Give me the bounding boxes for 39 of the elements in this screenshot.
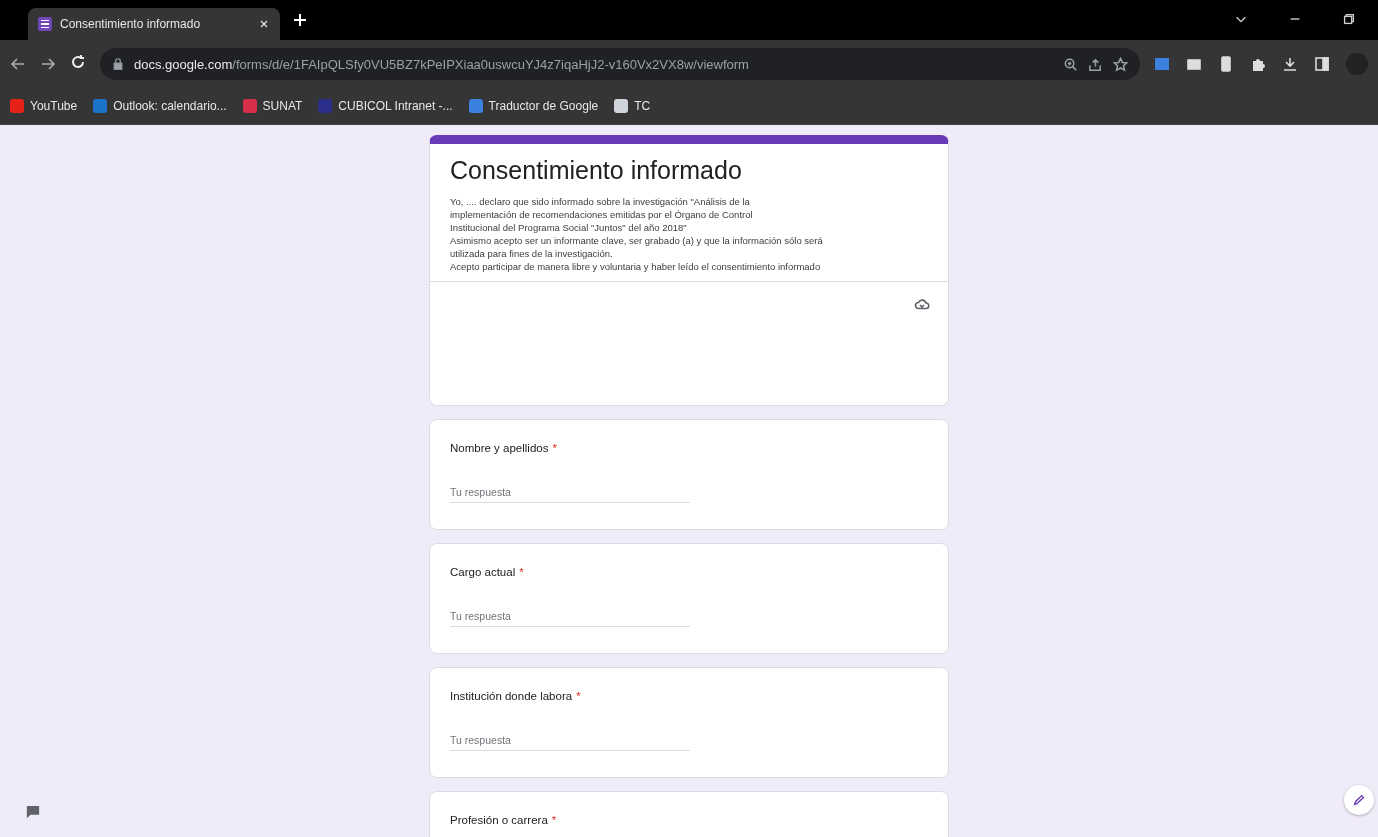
star-icon[interactable] <box>1113 56 1128 72</box>
puzzle-icon[interactable] <box>1250 56 1266 72</box>
close-icon[interactable] <box>258 18 270 30</box>
form-description: Yo, .... declaro que sido informado sobre la investigación "Análisis de la implementación de recomendaciones emitidas por el Órgano de Control Institucional del Programa Social "Juntos" del año 2018" Asimismo acepto ser un informante clave, ser grabado (a) y que la información sólo será utilizada para fines de la investigación. Acepto participar de manera libre y voluntaria y haber leído el consentimiento informado <box>450 195 824 273</box>
question-label: Cargo actual * <box>450 566 525 578</box>
required-mark: * <box>552 442 557 454</box>
bookmark[interactable]: Outlook: calendario... <box>93 99 227 113</box>
reload-icon[interactable] <box>70 54 86 70</box>
required-mark: * <box>551 814 557 826</box>
question-label: Institución donde labora * <box>450 690 582 702</box>
side-panel-icon[interactable] <box>1314 56 1330 72</box>
required-mark: * <box>519 566 524 578</box>
restore-icon[interactable] <box>1342 12 1356 26</box>
feedback-icon[interactable] <box>26 805 40 819</box>
form-title: Consentimiento informado <box>450 156 743 185</box>
answer-field[interactable]: Tu respuesta <box>450 482 690 503</box>
question-label: Nombre y apellidos * <box>450 442 558 454</box>
answer-field[interactable]: Tu respuesta <box>450 730 690 751</box>
answer-field[interactable]: Tu respuesta <box>450 606 690 627</box>
plus-icon[interactable] <box>292 12 308 28</box>
bookmark[interactable]: CUBICOL Intranet -... <box>318 99 453 113</box>
bookmark[interactable]: Traductor de Google <box>468 99 599 113</box>
address-bar[interactable]: docs.google.com/forms/d/e/1FAIpQLSfy0VU5BZ7kPeIPXiaa0uswcuYJ4z7iqaHjJ2-v160Vx2VX8w/viewform <box>100 48 1140 80</box>
back-icon[interactable] <box>10 56 26 72</box>
cloud-icon <box>914 296 930 312</box>
bookmark[interactable]: YouTube <box>10 99 78 113</box>
edit-button[interactable] <box>1344 785 1374 815</box>
forms-icon <box>38 17 52 31</box>
forward-icon[interactable] <box>40 56 56 72</box>
zoom-icon[interactable] <box>1063 56 1078 72</box>
browser-tab[interactable]: Consentimiento informado <box>28 8 280 40</box>
question-label: Profesión o carrera * <box>450 814 558 826</box>
lock-icon <box>112 58 124 70</box>
required-mark: * <box>576 690 581 702</box>
download-icon[interactable] <box>1282 56 1298 72</box>
pencil-icon <box>1352 793 1366 807</box>
bookmark[interactable]: SUNAT <box>242 99 303 113</box>
bookmark[interactable]: TC <box>614 99 651 113</box>
share-icon[interactable] <box>1088 56 1103 72</box>
